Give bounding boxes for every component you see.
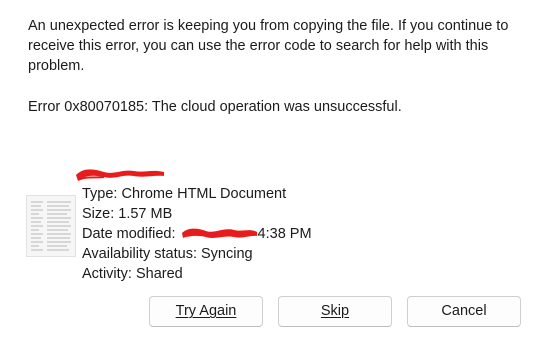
file-properties: Type: Chrome HTML Document Size: 1.57 MB… [82, 184, 312, 284]
date-modified-label: Date modified: [82, 226, 180, 242]
skip-button[interactable]: Skip [278, 296, 392, 327]
file-type: Type: Chrome HTML Document [82, 186, 287, 202]
date-modified-time: 4:38 PM [257, 226, 312, 242]
try-again-label: Try Again [175, 303, 237, 319]
file-size: Size: 1.57 MB [82, 206, 173, 222]
file-date-modified: Date modified: 4:38 PM [82, 224, 312, 244]
file-availability-status: Availability status: Syncing [82, 246, 253, 262]
try-again-button[interactable]: Try Again [149, 296, 263, 327]
skip-label: Skip [320, 303, 350, 319]
cancel-label: Cancel [441, 303, 487, 319]
file-copy-error-dialog: An unexpected error is keeping you from … [0, 0, 547, 346]
redacted-file-name [74, 163, 166, 185]
file-thumbnail-icon [26, 195, 76, 257]
dialog-button-row: Try Again Skip Cancel [0, 296, 547, 330]
error-code-line: Error 0x80070185: The cloud operation wa… [28, 99, 402, 115]
redacted-date [180, 224, 258, 242]
error-message: An unexpected error is keeping you from … [28, 18, 509, 74]
file-activity: Activity: Shared [82, 266, 183, 282]
cancel-button[interactable]: Cancel [407, 296, 521, 327]
